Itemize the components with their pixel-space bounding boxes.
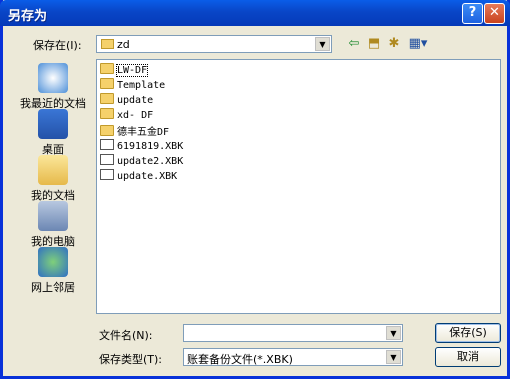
list-item[interactable]: 6191819.XBK	[100, 139, 183, 154]
item-name: update.XBK	[117, 171, 178, 182]
file-icon	[100, 139, 114, 150]
chevron-down-icon[interactable]: ▼	[386, 350, 401, 364]
up-folder-icon[interactable]: ⬒	[365, 35, 383, 53]
save-in-combobox[interactable]: zd ▼	[96, 35, 332, 53]
new-folder-icon[interactable]: ✱	[385, 35, 403, 53]
views-menu-icon[interactable]: ▦▾	[405, 35, 431, 53]
folder-icon	[100, 125, 114, 136]
folder-icon	[101, 39, 114, 49]
list-item[interactable]: LW-DF	[100, 63, 149, 78]
file-icon	[100, 154, 114, 165]
save-as-dialog: 另存为 ? ✕ 保存在(I): zd ▼ ⇦ ⬒ ✱ ▦▾ 我最近的文档 桌面 …	[0, 0, 510, 379]
list-item[interactable]: 德丰五金DF	[100, 123, 169, 138]
item-name: 6191819.XBK	[117, 141, 184, 152]
filetype-value: 账套备份文件(*.XBK)	[187, 353, 293, 366]
back-icon[interactable]: ⇦	[345, 35, 363, 53]
item-name: 德丰五金DF	[117, 127, 170, 138]
place-recent[interactable]: 我最近的文档	[17, 63, 89, 111]
place-my-documents[interactable]: 我的文档	[17, 155, 89, 203]
title-bar[interactable]: 另存为 ? ✕	[0, 0, 510, 26]
list-item[interactable]: xd- DF	[100, 108, 153, 123]
place-my-computer[interactable]: 我的电脑	[17, 201, 89, 249]
folder-icon	[100, 108, 114, 119]
network-places-icon	[38, 247, 68, 277]
filename-label: 文件名(N):	[99, 329, 153, 342]
file-icon	[100, 169, 114, 180]
my-documents-icon	[38, 155, 68, 185]
filetype-label: 保存类型(T):	[99, 353, 163, 366]
folder-icon	[100, 93, 114, 104]
cancel-button[interactable]: 取消	[435, 347, 501, 367]
item-name: xd- DF	[117, 110, 154, 121]
folder-icon	[100, 78, 114, 89]
list-item[interactable]: Template	[100, 78, 165, 93]
filetype-select[interactable]: 账套备份文件(*.XBK) ▼	[183, 348, 403, 366]
desktop-icon	[38, 109, 68, 139]
place-network[interactable]: 网上邻居	[17, 247, 89, 295]
window-title: 另存为	[8, 9, 48, 24]
help-button[interactable]: ?	[462, 3, 483, 24]
file-list[interactable]: LW-DF Template update xd- DF 德丰五金DF 6191…	[96, 59, 501, 314]
place-desktop[interactable]: 桌面	[17, 109, 89, 157]
save-button[interactable]: 保存(S)	[435, 323, 501, 343]
list-item[interactable]: update.XBK	[100, 169, 177, 184]
filename-input[interactable]: ▼	[183, 324, 403, 342]
item-name: Template	[117, 80, 166, 91]
list-item[interactable]: update	[100, 93, 153, 108]
save-in-value: zd	[117, 38, 130, 51]
chevron-down-icon[interactable]: ▼	[315, 37, 330, 51]
list-item[interactable]: update2.XBK	[100, 154, 183, 169]
save-in-label: 保存在(I):	[33, 39, 82, 52]
close-button[interactable]: ✕	[484, 3, 505, 24]
item-name: update	[117, 95, 154, 106]
recent-documents-icon	[38, 63, 68, 93]
item-name: update2.XBK	[117, 156, 184, 167]
item-name: LW-DF	[115, 64, 149, 77]
chevron-down-icon[interactable]: ▼	[386, 326, 401, 340]
my-computer-icon	[38, 201, 68, 231]
place-label: 网上邻居	[31, 281, 75, 294]
folder-icon	[100, 63, 114, 74]
